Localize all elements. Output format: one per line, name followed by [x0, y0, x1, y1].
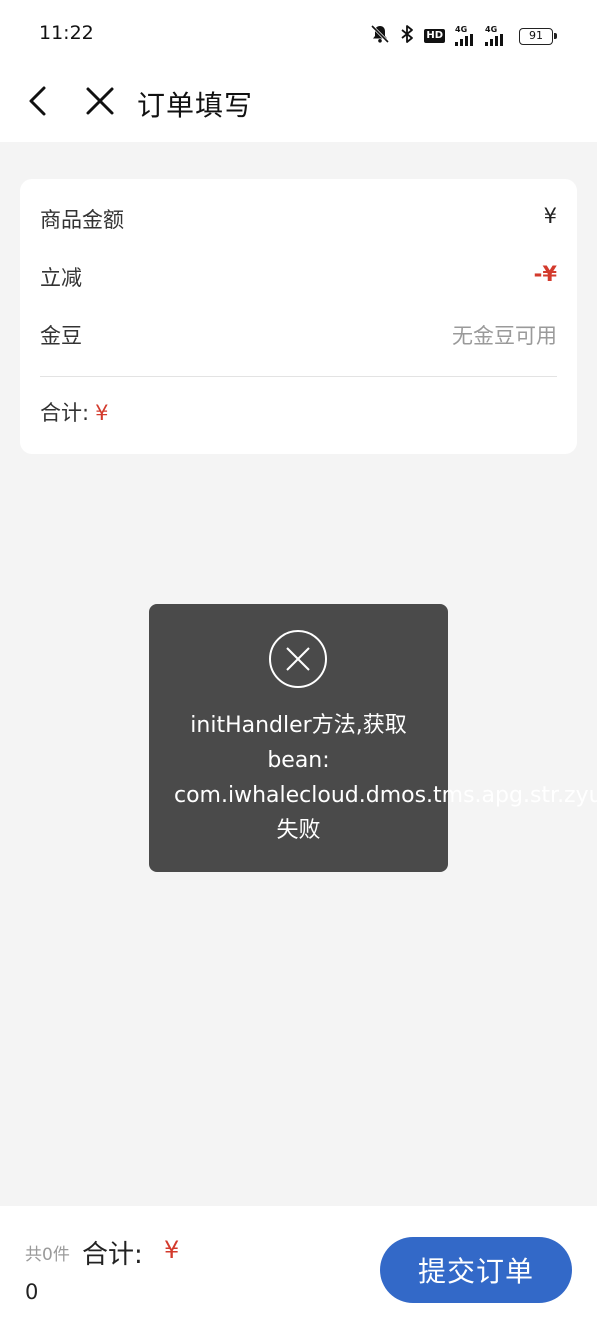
signal-icon-2: 4G — [485, 26, 509, 46]
price-summary-card: 商品金额 ¥ 立减 -¥ 金豆 无金豆可用 合计: ¥ — [20, 179, 577, 454]
chevron-left-icon[interactable] — [22, 84, 52, 118]
toast-line-1: initHandler方法,获取 — [190, 713, 407, 738]
error-circle-x-icon — [268, 629, 328, 689]
goods-amount-label: 商品金额 — [40, 208, 124, 232]
divider — [40, 376, 557, 377]
toast-line-3: com.iwhalecloud.dmos.tms.apg.str.zyu.t — [174, 783, 597, 808]
bottom-total-currency: ¥ — [164, 1236, 180, 1264]
hd-icon: HD — [424, 29, 445, 43]
mute-bell-icon — [370, 24, 390, 48]
goods-amount-value: ¥ — [543, 204, 557, 228]
discount-value: -¥ — [533, 262, 557, 286]
close-icon[interactable] — [84, 85, 116, 117]
status-bar: 11:22 HD 4G 4G 91 — [0, 0, 597, 70]
order-fill-screen: 11:22 HD 4G 4G 91 订单填写 商品金额 ¥ 立减 -¥ 金豆 无… — [0, 0, 597, 1334]
signal-icon: 4G — [455, 26, 475, 46]
toast-line-4: 失败 — [276, 818, 321, 843]
toast-message: initHandler方法,获取 bean: com.iwhalecloud.d… — [149, 708, 597, 848]
nav-bar: 订单填写 — [0, 70, 597, 142]
bottom-bar: 共0件 合计: ¥ 0 提交订单 — [0, 1206, 597, 1334]
gold-bean-value: 无金豆可用 — [452, 324, 557, 348]
gold-bean-row[interactable]: 金豆 无金豆可用 — [40, 320, 557, 354]
item-count: 共0件 — [25, 1245, 70, 1265]
battery-icon: 91 — [519, 27, 557, 45]
goods-amount-row: 商品金额 ¥ — [40, 204, 557, 238]
bottom-total-label: 合计: — [82, 1240, 143, 1270]
submit-order-button[interactable]: 提交订单 — [380, 1237, 572, 1303]
page-title: 订单填写 — [137, 89, 254, 122]
card-total-currency: ¥ — [95, 401, 109, 425]
bottom-total-amount: 0 — [25, 1280, 39, 1304]
gold-bean-label: 金豆 — [40, 324, 82, 348]
status-time: 11:22 — [39, 22, 94, 44]
discount-label: 立减 — [40, 266, 82, 290]
bluetooth-icon — [400, 24, 414, 48]
card-total: 合计: ¥ — [40, 397, 108, 427]
status-icons: HD 4G 4G 91 — [370, 24, 557, 48]
card-total-label: 合计: — [40, 401, 90, 425]
discount-row: 立减 -¥ — [40, 262, 557, 296]
toast-line-2: bean: — [267, 748, 330, 773]
error-toast: initHandler方法,获取 bean: com.iwhalecloud.d… — [149, 604, 597, 872]
